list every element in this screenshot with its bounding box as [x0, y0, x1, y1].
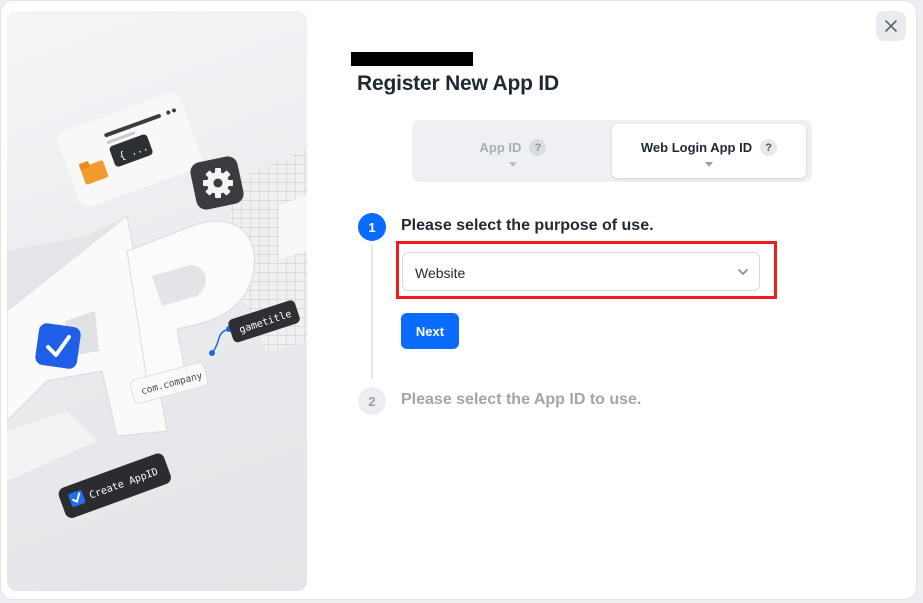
step-1-title: Please select the purpose of use.: [401, 217, 654, 234]
close-icon: [885, 20, 897, 32]
close-button[interactable]: [876, 11, 906, 41]
caret-down-icon: [509, 162, 517, 167]
step-1-number: 1: [358, 213, 386, 241]
help-icon[interactable]: ?: [529, 139, 547, 156]
gear-icon: [203, 168, 233, 198]
tab-app-id[interactable]: App ID ?: [416, 124, 610, 178]
step-connector-line: [371, 245, 373, 379]
app-letters-shape: AP: [7, 215, 256, 481]
redacted-bar: [351, 52, 473, 66]
app-id-type-tabs: App ID ? Web Login App ID ?: [412, 120, 812, 182]
caret-down-icon: [705, 162, 713, 167]
step-2-title: Please select the App ID to use.: [401, 391, 642, 408]
illustration-artwork: AP { ... }: [7, 92, 307, 518]
purpose-select-value: Website: [415, 265, 466, 281]
tab-label: App ID: [479, 140, 522, 155]
next-button[interactable]: Next: [401, 313, 459, 349]
tab-label: Web Login App ID: [640, 140, 753, 155]
create-appid-badge: Create AppID: [58, 453, 171, 518]
gear-tile: [190, 156, 244, 210]
tab-web-login-app-id[interactable]: Web Login App ID ?: [612, 124, 806, 178]
help-icon[interactable]: ?: [760, 139, 778, 156]
check-tile: [35, 323, 81, 369]
chevron-down-icon: [738, 269, 748, 275]
step-2-number: 2: [358, 387, 386, 415]
dialog-title: Register New App ID: [357, 72, 559, 95]
folder-card: { ... }: [57, 92, 202, 207]
purpose-select[interactable]: Website: [402, 252, 760, 291]
register-app-id-dialog: AP { ... }: [1, 1, 916, 599]
illustration-panel: AP { ... }: [7, 11, 307, 591]
